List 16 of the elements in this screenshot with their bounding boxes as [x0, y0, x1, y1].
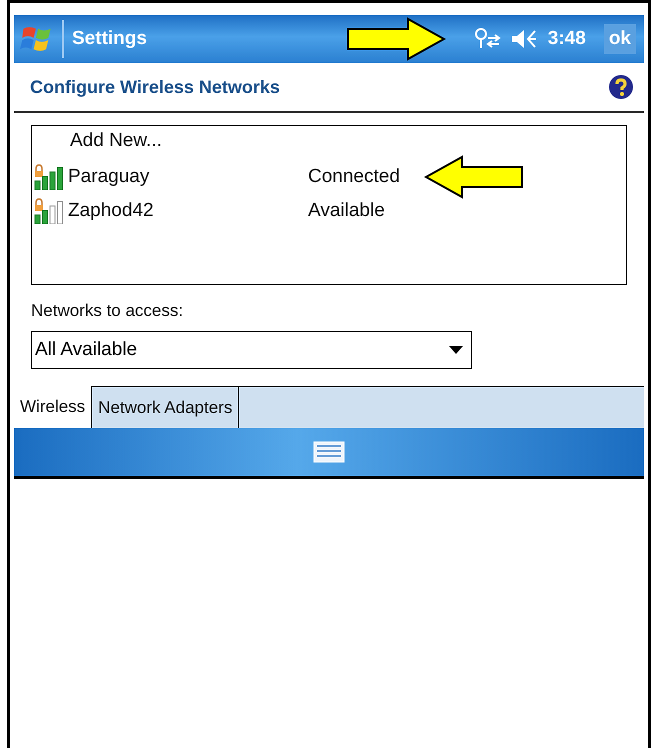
help-icon[interactable]: [608, 74, 634, 100]
access-label: Networks to access:: [31, 301, 184, 321]
dropdown-caret-icon: [449, 346, 463, 354]
access-dropdown[interactable]: All Available: [31, 331, 472, 369]
arrow-icon: [346, 17, 446, 61]
network-name[interactable]: Paraguay: [68, 166, 308, 188]
network-status: Available: [308, 200, 385, 222]
page-title: Configure Wireless Networks: [30, 76, 280, 98]
network-status: Connected: [308, 166, 400, 188]
arrow-icon: [424, 155, 524, 199]
window-title: Settings: [72, 28, 147, 50]
volume-icon[interactable]: [510, 27, 538, 51]
keyboard-icon[interactable]: [313, 441, 345, 463]
network-name[interactable]: Zaphod42: [68, 200, 308, 222]
tab[interactable]: Network Adapters: [91, 386, 240, 428]
add-new-item[interactable]: Add New...: [34, 130, 624, 160]
